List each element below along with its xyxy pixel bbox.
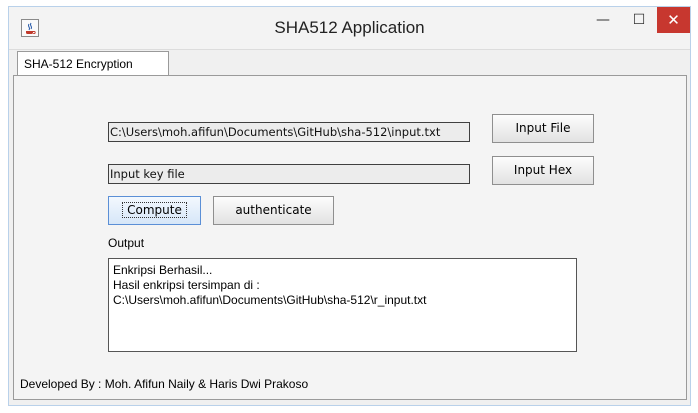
application-window: SHA512 Application — ☐ ✕ SHA-512 Encrypt… <box>8 6 691 406</box>
authenticate-button[interactable]: authenticate <box>213 196 334 225</box>
output-line: Hasil enkripsi tersimpan di : <box>113 278 260 292</box>
compute-button-label: Compute <box>122 202 187 218</box>
encryption-panel: C:\Users\moh.afifun\Documents\GitHub\sha… <box>13 75 687 400</box>
input-hex-button[interactable]: Input Hex <box>492 156 594 185</box>
output-label: Output <box>108 236 145 250</box>
input-file-path-field[interactable]: C:\Users\moh.afifun\Documents\GitHub\sha… <box>108 122 470 142</box>
output-textarea[interactable]: Enkripsi Berhasil... Hasil enkripsi ters… <box>108 258 577 352</box>
key-file-field[interactable]: Input key file <box>108 164 470 184</box>
tab-sha512-encryption[interactable]: SHA-512 Encryption <box>17 51 169 76</box>
compute-button[interactable]: Compute <box>108 196 201 225</box>
minimize-button[interactable]: — <box>585 7 621 33</box>
maximize-button[interactable]: ☐ <box>622 7 656 33</box>
output-line: C:\Users\moh.afifun\Documents\GitHub\sha… <box>113 293 427 307</box>
developer-credits: Developed By : Moh. Afifun Naily & Haris… <box>20 377 309 391</box>
title-bar[interactable]: SHA512 Application — ☐ ✕ <box>9 7 690 50</box>
close-button[interactable]: ✕ <box>657 7 690 33</box>
output-line: Enkripsi Berhasil... <box>113 263 213 277</box>
input-file-button[interactable]: Input File <box>492 114 594 143</box>
